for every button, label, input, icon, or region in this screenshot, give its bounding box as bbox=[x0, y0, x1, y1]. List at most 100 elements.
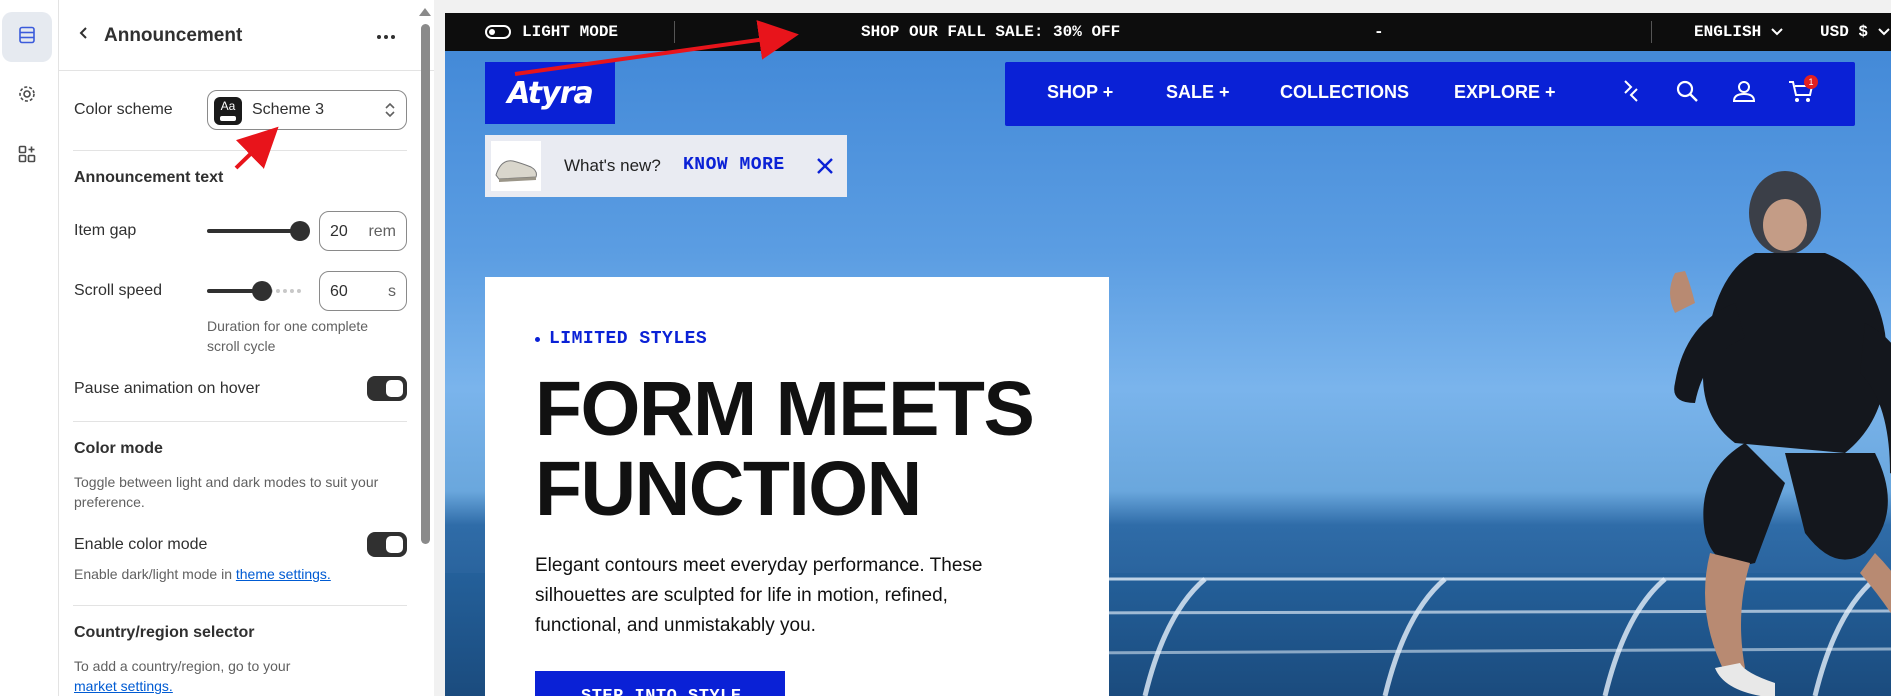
nav-item-sale[interactable]: SALE + bbox=[1166, 82, 1230, 103]
store-logo[interactable]: Atyra bbox=[485, 62, 615, 124]
hero-headline-line-1: FORM MEETS bbox=[535, 366, 1035, 452]
sneaker-thumbnail[interactable] bbox=[491, 141, 541, 191]
more-actions-button[interactable] bbox=[371, 24, 401, 48]
color-mode-help-line-1: Toggle between light and dark modes to s… bbox=[74, 474, 379, 490]
pause-animation-label: Pause animation on hover bbox=[74, 380, 260, 397]
toggle-knob bbox=[386, 380, 403, 397]
hero-runner-image bbox=[1670, 171, 1891, 696]
popup-close-button[interactable] bbox=[815, 156, 835, 176]
item-gap-slider-track[interactable] bbox=[207, 229, 299, 233]
scheme-swatch: Aa bbox=[214, 97, 242, 125]
whats-new-label: What's new? bbox=[564, 156, 661, 175]
scroll-speed-unit: s bbox=[388, 283, 396, 300]
left-rail bbox=[0, 0, 59, 696]
nav-item-collections[interactable]: COLLECTIONS bbox=[1280, 82, 1409, 103]
country-region-help: To add a country/region, go to your bbox=[74, 658, 291, 674]
nav-item-explore[interactable]: EXPLORE + bbox=[1454, 82, 1556, 103]
hero-headline-line-2: FUNCTION bbox=[535, 446, 922, 532]
sections-nav-button[interactable] bbox=[2, 12, 52, 62]
color-mode-help-line-2: preference. bbox=[74, 494, 145, 510]
step-into-style-button[interactable]: STEP INTO STYLE bbox=[535, 671, 785, 696]
item-gap-label: Item gap bbox=[74, 222, 137, 239]
pause-animation-toggle[interactable] bbox=[367, 376, 407, 401]
scroll-speed-label: Scroll speed bbox=[74, 282, 163, 299]
hero-eyebrow: LIMITED STYLES bbox=[549, 329, 708, 349]
whats-new-popup: What's new? KNOW MORE bbox=[485, 135, 847, 197]
language-selector[interactable]: ENGLISH bbox=[1694, 23, 1783, 41]
account-icon bbox=[1732, 79, 1756, 108]
panel-gutter bbox=[434, 0, 445, 696]
color-mode-heading: Color mode bbox=[74, 440, 163, 457]
apps-icon bbox=[17, 144, 37, 169]
scroll-speed-slider-rest bbox=[269, 289, 301, 293]
settings-nav-button[interactable] bbox=[2, 71, 52, 121]
chevron-left-icon bbox=[77, 26, 91, 45]
item-gap-unit: rem bbox=[368, 223, 396, 240]
announcement-text-heading: Announcement text bbox=[74, 169, 224, 186]
color-mode-link-prefix: Enable dark/light mode in bbox=[74, 566, 236, 582]
compare-icon bbox=[1620, 79, 1642, 108]
divider bbox=[73, 421, 407, 422]
light-mode-toggle[interactable] bbox=[485, 25, 511, 39]
divider bbox=[73, 150, 407, 151]
gear-icon bbox=[17, 84, 37, 109]
announcement-message[interactable]: SHOP OUR FALL SALE: 30% OFF bbox=[861, 23, 1120, 41]
search-icon bbox=[1675, 79, 1699, 108]
editor-app: Announcement Color scheme Aa Scheme 3 An… bbox=[0, 0, 1891, 696]
close-icon bbox=[815, 158, 835, 180]
panel-title: Announcement bbox=[104, 25, 243, 46]
apps-nav-button[interactable] bbox=[2, 131, 52, 181]
scroll-speed-help-line-1: Duration for one complete bbox=[207, 318, 369, 334]
logo-text: Atyra bbox=[507, 75, 594, 111]
announcement-divider bbox=[674, 21, 675, 43]
scroll-speed-value: 60 bbox=[330, 283, 348, 300]
market-settings-help: market settings. bbox=[74, 676, 173, 696]
compare-button[interactable] bbox=[1617, 79, 1645, 107]
toggle-knob bbox=[386, 536, 403, 553]
market-settings-link[interactable]: market settings. bbox=[74, 678, 173, 694]
more-icon bbox=[376, 27, 396, 45]
know-more-link[interactable]: KNOW MORE bbox=[683, 155, 785, 175]
divider bbox=[73, 605, 407, 606]
enable-color-mode-toggle[interactable] bbox=[367, 532, 407, 557]
color-scheme-select[interactable]: Aa Scheme 3 bbox=[207, 90, 407, 130]
item-gap-input[interactable]: 20 rem bbox=[319, 211, 407, 251]
theme-settings-link[interactable]: theme settings. bbox=[236, 566, 331, 582]
toggle-icon bbox=[489, 29, 495, 35]
panel-scrollbar-thumb[interactable] bbox=[421, 24, 430, 544]
account-button[interactable] bbox=[1730, 79, 1758, 107]
announcement-separator: - bbox=[1374, 23, 1384, 41]
search-button[interactable] bbox=[1673, 79, 1701, 107]
color-scheme-value: Scheme 3 bbox=[252, 101, 325, 118]
eyebrow-bullet bbox=[535, 337, 540, 342]
hero-headline: FORM MEETS FUNCTION bbox=[535, 369, 1075, 529]
announcement-divider bbox=[1651, 21, 1652, 43]
chevron-updown-icon bbox=[384, 101, 396, 124]
panel-header: Announcement bbox=[59, 0, 434, 71]
color-mode-link-help: Enable dark/light mode in theme settings… bbox=[74, 564, 331, 584]
scroll-up-arrow[interactable] bbox=[419, 8, 431, 16]
cart-button[interactable]: 1 bbox=[1787, 75, 1818, 107]
settings-panel: Announcement Color scheme Aa Scheme 3 An… bbox=[59, 0, 434, 696]
scroll-speed-slider-thumb[interactable] bbox=[252, 281, 272, 301]
item-gap-value: 20 bbox=[330, 223, 348, 240]
chevron-down-icon bbox=[1771, 23, 1783, 41]
currency-selector[interactable]: USD $ bbox=[1820, 23, 1890, 41]
scheme-swatch-text: Aa bbox=[220, 99, 236, 113]
announcement-bar: LIGHT MODE SHOP OUR FALL SALE: 30% OFF -… bbox=[445, 13, 1891, 51]
language-value: ENGLISH bbox=[1694, 23, 1762, 41]
currency-value: USD $ bbox=[1820, 23, 1869, 41]
country-region-heading: Country/region selector bbox=[74, 624, 255, 641]
scroll-speed-input[interactable]: 60 s bbox=[319, 271, 407, 311]
nav-item-shop[interactable]: SHOP + bbox=[1047, 82, 1113, 103]
color-scheme-label: Color scheme bbox=[74, 101, 173, 118]
cart-count-badge: 1 bbox=[1804, 75, 1818, 89]
hero-body: Elegant contours meet everyday performan… bbox=[535, 555, 983, 636]
chevron-down-icon bbox=[1877, 23, 1890, 41]
light-mode-label[interactable]: LIGHT MODE bbox=[522, 23, 618, 41]
hero-card: LIMITED STYLES FORM MEETS FUNCTION Elega… bbox=[485, 277, 1109, 696]
back-button[interactable] bbox=[71, 22, 97, 48]
scroll-speed-help-line-2: scroll cycle bbox=[207, 338, 276, 354]
sections-icon bbox=[17, 25, 37, 50]
item-gap-slider-thumb[interactable] bbox=[290, 221, 310, 241]
